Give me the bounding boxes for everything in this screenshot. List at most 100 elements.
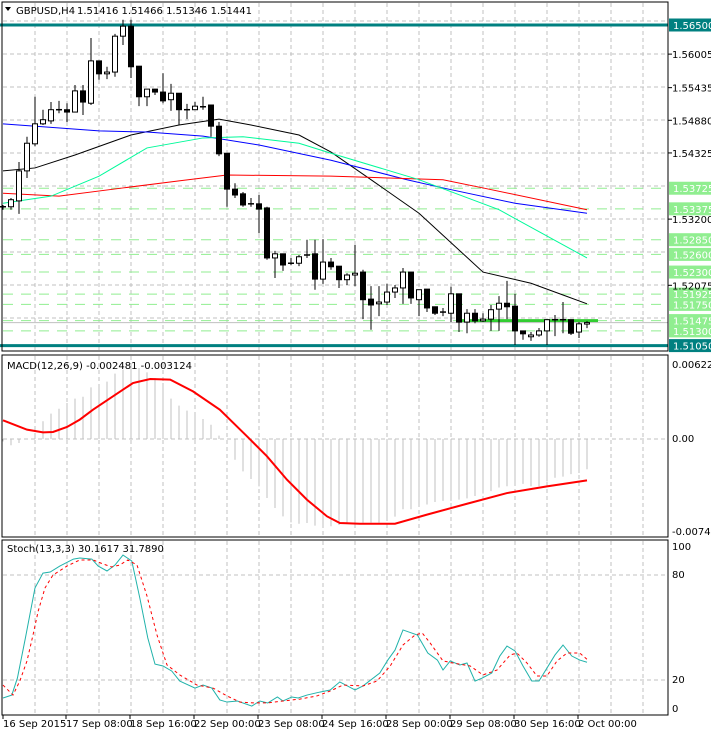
macd-axis-top: 0.006222: [672, 360, 711, 371]
candle-body: [360, 271, 366, 301]
time-label: 28 Sep 00:00: [386, 719, 453, 730]
price-axis-label: 1.56005: [672, 50, 711, 61]
price-axis-label: 1.54325: [672, 149, 711, 160]
level-label: 1.53725: [673, 184, 711, 195]
candle: [568, 319, 574, 335]
candle-body: [280, 253, 286, 266]
level-label: 1.52300: [673, 268, 711, 279]
candle-body: [392, 287, 398, 293]
time-label: 22 Sep 00:00: [194, 719, 261, 730]
candle-body: [240, 193, 246, 206]
candle-body: [464, 312, 470, 323]
candle-body: [512, 305, 518, 332]
price-axis-label: 1.54880: [672, 116, 711, 127]
candle-body: [416, 289, 422, 301]
candle-body: [376, 301, 382, 305]
candle-body: [232, 188, 238, 196]
candle-body: [368, 298, 374, 306]
macd-axis-zero: 0.00: [672, 434, 694, 445]
candle: [240, 192, 246, 207]
candle-body: [408, 271, 414, 299]
candle-body: [72, 90, 78, 113]
candle-body: [320, 261, 326, 280]
candle-body: [448, 293, 454, 314]
candle-body: [80, 90, 86, 103]
stoch-axis-80: 80: [672, 570, 685, 581]
candle-body: [32, 123, 38, 145]
candle-body: [8, 199, 14, 208]
candle-body: [528, 334, 534, 338]
candle-body: [520, 330, 526, 335]
time-label: 24 Sep 16:00: [322, 719, 389, 730]
candle-body: [144, 88, 150, 98]
candle-body: [584, 322, 590, 325]
candle-body: [160, 91, 166, 102]
candle-body: [168, 92, 174, 101]
candle-body: [192, 105, 198, 111]
candle-body: [152, 88, 158, 93]
candle-body: [296, 256, 302, 264]
trading-chart[interactable]: 1.565001.537251.533751.528501.526001.523…: [0, 0, 711, 733]
candle-body: [24, 142, 30, 172]
candle-body: [16, 170, 22, 202]
candle-body: [504, 302, 510, 308]
candle-body: [40, 119, 46, 125]
time-label: 29 Sep 08:00: [450, 719, 517, 730]
candle-body: [112, 35, 118, 73]
price-axis-label: 1.52075: [672, 281, 711, 292]
candle-body: [96, 60, 102, 75]
candle-body: [384, 291, 390, 303]
candle-body: [400, 271, 406, 289]
level-label: 1.51750: [673, 300, 711, 311]
time-label: 17 Sep 08:00: [66, 719, 133, 730]
candle-body: [48, 109, 54, 122]
ohlc-readout: 1.51416 1.51466 1.51346 1.51441: [77, 6, 252, 17]
candle-body: [456, 293, 462, 323]
candle-body: [208, 104, 214, 127]
candle-body: [496, 302, 502, 310]
candle-body: [472, 312, 478, 322]
candle-body: [128, 25, 134, 68]
level-label: 1.51050: [673, 342, 711, 353]
candle-body: [344, 274, 350, 281]
macd-title: MACD(12,26,9) -0.002481 -0.003124: [7, 361, 192, 372]
candle-body: [352, 272, 358, 276]
candle-body: [576, 323, 582, 333]
candle-body: [272, 253, 278, 259]
candle-body: [136, 65, 142, 98]
stoch-axis-100: 100: [672, 542, 691, 553]
candle: [264, 206, 270, 260]
level-label: 1.52850: [673, 236, 711, 247]
candle-body: [104, 71, 110, 75]
candle-body: [568, 319, 574, 334]
candle-body: [120, 25, 126, 37]
stoch-title: Stoch(13,3,3) 30.1617 31.7890: [7, 544, 164, 555]
macd-axis-bottom: -0.007482: [672, 527, 711, 538]
candle: [216, 122, 222, 157]
time-label: 2 Oct 00:00: [578, 719, 637, 730]
price-axis-label: 1.55435: [672, 84, 711, 95]
candle-body: [424, 288, 430, 309]
candle-body: [328, 261, 334, 268]
candle-body: [312, 253, 318, 280]
time-label: 23 Sep 08:00: [258, 719, 325, 730]
candle-body: [480, 318, 486, 322]
candle-body: [216, 125, 222, 155]
candle-body: [224, 152, 230, 190]
level-label: 1.56500: [673, 21, 711, 32]
level-label: 1.51300: [673, 327, 711, 338]
candle-body: [336, 265, 342, 281]
candle-body: [544, 319, 550, 332]
candle-body: [488, 309, 494, 320]
candle-body: [264, 207, 270, 259]
symbol-title: GBPUSD,H4: [16, 6, 75, 17]
time-axis: 16 Sep 2015 17 Sep 08:00 18 Sep 16:00 22…: [3, 719, 637, 730]
candle: [112, 33, 118, 77]
time-label: 18 Sep 16:00: [130, 719, 197, 730]
stoch-axis-20: 20: [672, 675, 685, 686]
price-axis-label: 1.53200: [672, 215, 711, 226]
candle-body: [256, 203, 262, 210]
candle-body: [432, 306, 438, 314]
time-label: 16 Sep 2015: [3, 719, 66, 730]
candle-body: [64, 109, 70, 113]
